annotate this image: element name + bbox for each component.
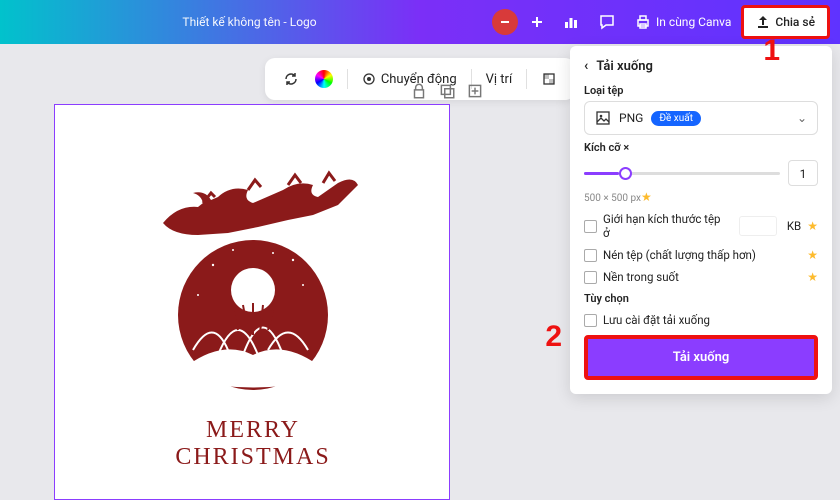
crown-icon: ★	[807, 248, 818, 262]
santa-silhouette	[143, 155, 363, 405]
print-button[interactable]: In cùng Canva	[625, 8, 741, 36]
filetype-select[interactable]: PNG Đề xuất ⌄	[584, 101, 818, 135]
save-settings-option[interactable]: Lưu cài đặt tải xuống	[584, 313, 818, 327]
print-label: In cùng Canva	[656, 15, 731, 29]
position-label: Vị trí	[486, 72, 513, 87]
lock-icon[interactable]	[410, 82, 428, 100]
size-label: Kích cỡ ×	[584, 141, 818, 154]
separator	[347, 69, 348, 89]
chevron-down-icon: ⌄	[797, 111, 807, 125]
share-button[interactable]: Chia sẻ	[741, 5, 830, 39]
position-button[interactable]: Vị trí	[482, 70, 517, 89]
sync-button[interactable]	[279, 69, 303, 89]
add-page-icon[interactable]	[466, 82, 484, 100]
size-slider[interactable]	[584, 172, 780, 175]
plus-button[interactable]	[524, 9, 550, 35]
copy-icon[interactable]	[438, 82, 456, 100]
dimensions-text: 500 × 500 px★	[584, 190, 818, 204]
filetype-value: PNG	[619, 111, 643, 125]
chart-button[interactable]	[553, 8, 589, 36]
options-label: Tùy chọn	[584, 292, 818, 305]
size-multiplier[interactable]: 1	[788, 160, 818, 186]
checkbox[interactable]	[584, 271, 597, 284]
filetype-label: Loại tệp	[584, 84, 818, 97]
download-panel: ‹ Tải xuống Loại tệp PNG Đề xuất ⌄ Kích …	[570, 46, 832, 394]
christmas-artwork: MERRY CHRISTMAS	[143, 155, 363, 471]
limit-filesize-option[interactable]: Giới hạn kích thước tệp ởKB★	[584, 212, 818, 240]
checkbox[interactable]	[584, 314, 597, 327]
suggested-badge: Đề xuất	[651, 111, 701, 126]
color-picker[interactable]	[311, 68, 337, 90]
separator	[526, 69, 527, 89]
image-icon	[595, 110, 611, 126]
size-row: 1	[584, 160, 818, 186]
share-label: Chia sẻ	[775, 15, 815, 29]
document-title: Thiết kế không tên - Logo	[10, 15, 489, 29]
canvas-controls	[410, 82, 484, 100]
kb-input[interactable]	[739, 216, 777, 236]
crown-icon: ★	[807, 270, 818, 284]
annotation-marker-1: 1	[763, 34, 780, 68]
panel-title: Tải xuống	[596, 59, 653, 74]
checkbox[interactable]	[584, 249, 597, 262]
transparency-button[interactable]	[537, 69, 561, 89]
comment-button[interactable]	[589, 8, 625, 36]
checkbox[interactable]	[584, 220, 597, 233]
download-button[interactable]: Tải xuống	[584, 335, 818, 380]
annotation-marker-2: 2	[545, 320, 562, 354]
minus-button[interactable]	[492, 9, 518, 35]
design-canvas[interactable]: MERRY CHRISTMAS	[54, 104, 450, 500]
merry-christmas-text: MERRY CHRISTMAS	[143, 417, 363, 471]
crown-icon: ★	[807, 219, 818, 233]
color-wheel-icon	[315, 70, 333, 88]
app-header: Thiết kế không tên - Logo In cùng Canva …	[0, 0, 840, 44]
crown-icon: ★	[641, 190, 652, 204]
transparent-bg-option[interactable]: Nền trong suốt★	[584, 270, 818, 284]
panel-header: ‹ Tải xuống	[584, 58, 818, 74]
back-button[interactable]: ‹	[584, 58, 588, 74]
compress-option[interactable]: Nén tệp (chất lượng thấp hơn)★	[584, 248, 818, 262]
